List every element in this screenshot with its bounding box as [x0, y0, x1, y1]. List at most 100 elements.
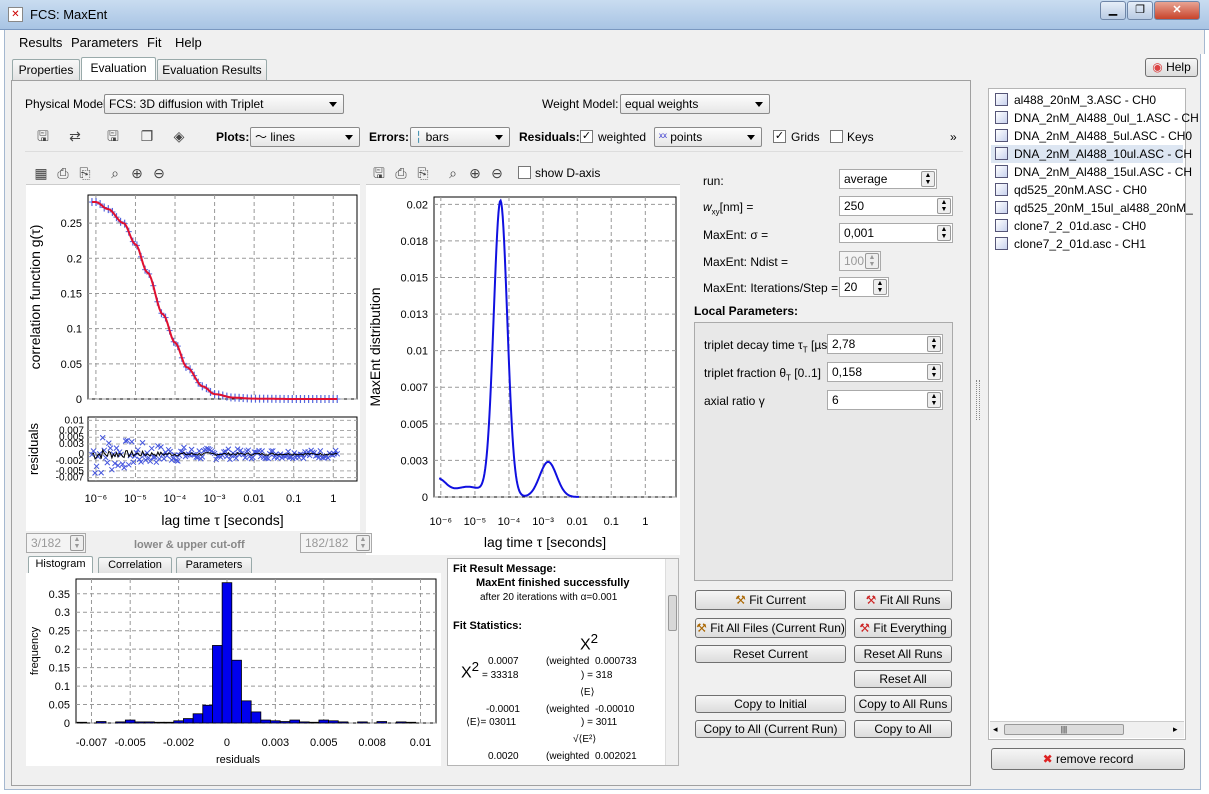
zoom-all-icon[interactable]: ⌕ — [104, 162, 126, 184]
plots-select[interactable]: 〜 lines — [250, 127, 360, 147]
scroll-right-icon[interactable]: ▸ — [1173, 724, 1178, 735]
copy-plot-icon[interactable]: ⎘ — [74, 162, 96, 184]
weight-model-select[interactable]: equal weights — [620, 94, 770, 114]
reset-current-button[interactable]: Reset Current — [695, 645, 846, 663]
tab-correlation[interactable]: Correlation — [98, 557, 172, 573]
errors-select[interactable]: ╎ bars — [410, 127, 510, 147]
zoom-out-icon[interactable]: ⊖ — [486, 162, 508, 184]
maxent-plot[interactable]: 0 0.003 0.005 0.007 0.01 0.013 0.015 0.018 0.02 1… — [366, 185, 680, 555]
scrollbar-thumb[interactable] — [668, 595, 677, 631]
tab-evaluation-results[interactable]: Evaluation Results — [157, 59, 267, 81]
toolbar-overflow-button[interactable]: » — [950, 130, 957, 144]
residuals-style-select[interactable]: ˣˣ points — [654, 127, 762, 147]
zoom-out-icon[interactable]: ⊖ — [148, 162, 170, 184]
plot-export-icon[interactable]: ◈ — [168, 125, 190, 147]
copy-to-all-runs-button[interactable]: Copy to All Runs — [854, 695, 952, 713]
copy-to-all-current-run-button[interactable]: Copy to All (Current Run) — [695, 720, 846, 738]
file-list-item[interactable]: clone7_2_01d.asc - CH1 — [995, 235, 1146, 253]
file-list-item[interactable]: qd525_20nM_15ul_al488_20nM_ — [995, 199, 1193, 217]
run-spinbox[interactable]: average ▲ ▼ — [839, 169, 937, 189]
copy-plot-icon[interactable]: ⎘ — [412, 162, 434, 184]
x-tick-label: 1 — [642, 516, 648, 528]
plot-save-icon[interactable]: ▦ — [30, 162, 52, 184]
menu-parameters[interactable]: Parameters — [71, 35, 138, 50]
residual-histogram[interactable]: 0 0.05 0.1 0.15 0.2 0.25 0.3 0.35 -0.007 -0.005 -0… — [26, 573, 441, 766]
weighted-label: weighted — [598, 130, 647, 144]
copy-to-initial-button[interactable]: Copy to Initial — [695, 695, 846, 713]
ndist-spinbox[interactable]: 100 ▲ ▼ — [839, 251, 881, 271]
chi2w-label: (weighted — [546, 656, 590, 667]
menu-results[interactable]: Results — [19, 35, 62, 50]
histogram-bar — [95, 721, 107, 724]
reset-all-runs-button[interactable]: Reset All Runs — [854, 645, 952, 663]
maximize-button[interactable]: ❐ — [1127, 1, 1153, 20]
file-list-item[interactable]: DNA_2nM_Al488_0ul_1.ASC - CH — [995, 109, 1199, 127]
file-list-item[interactable]: DNA_2nM_Al488_10ul.ASC - CH — [991, 145, 1192, 163]
y-tick-label: 0.15 — [49, 663, 70, 675]
histogram-bar — [337, 721, 349, 724]
fit-all-runs-button[interactable]: ⚒ Fit All Runs — [854, 590, 952, 610]
grids-checkbox[interactable]: ✓ — [773, 130, 786, 143]
sigma-spinbox[interactable]: 0,001 ▲ ▼ — [839, 223, 953, 243]
file-name: DNA_2nM_Al488_15ul.ASC - CH — [1014, 165, 1193, 179]
fit-result-scrollbar[interactable] — [665, 559, 678, 765]
zoom-all-icon[interactable]: ⌕ — [442, 162, 464, 184]
menu-help[interactable]: Help — [175, 35, 202, 50]
local-param-spinbox[interactable]: 0,158 ▲ ▼ — [827, 362, 943, 382]
y-tick-label: 0 — [422, 492, 428, 504]
zoom-in-icon[interactable]: ⊕ — [464, 162, 486, 184]
wxy-spinbox[interactable]: 250 ▲ ▼ — [839, 196, 953, 216]
file-list-item[interactable]: DNA_2nM_Al488_15ul.ASC - CH — [995, 163, 1192, 181]
grids-label: Grids — [791, 130, 820, 144]
menu-fit[interactable]: Fit — [147, 35, 161, 50]
save-icon[interactable]: 🖫 — [32, 125, 54, 147]
file-list-item[interactable]: DNA_2nM_Al488_5ul.ASC - CH0 — [995, 127, 1192, 145]
zoom-in-icon[interactable]: ⊕ — [126, 162, 148, 184]
splitter-handle[interactable] — [976, 380, 980, 420]
file-name: al488_20nM_3.ASC - CH0 — [1014, 93, 1157, 107]
remove-record-button[interactable]: ✖ remove record — [991, 748, 1185, 770]
tab-properties[interactable]: Properties — [12, 59, 80, 81]
fit-current-button[interactable]: ⚒ Fit Current — [695, 590, 846, 610]
local-param-spinbox[interactable]: 2,78 ▲ ▼ — [827, 334, 943, 354]
keys-checkbox[interactable] — [830, 130, 843, 143]
minimize-button[interactable]: ▁ — [1100, 1, 1126, 20]
upper-cutoff-spinbox[interactable]: 182/182 ▲ ▼ — [300, 533, 372, 553]
copy-icon[interactable]: ❐ — [136, 125, 158, 147]
file-list-item[interactable]: clone7_2_01d.asc - CH0 — [995, 217, 1146, 235]
y-tick-label: 0.015 — [400, 272, 428, 284]
file-list-hscrollbar[interactable]: ◂ ||| ▸ — [990, 721, 1184, 738]
reset-all-button[interactable]: Reset All — [854, 670, 952, 688]
show-d-axis-label: show D-axis — [535, 166, 601, 180]
correlation-plot[interactable]: 0 0.05 0.1 0.15 0.2 0.25 correlation function … — [26, 185, 360, 531]
file-list-item[interactable]: al488_20nM_3.ASC - CH0 — [995, 91, 1156, 109]
x-tick-label: -0.002 — [163, 737, 194, 749]
print-icon[interactable]: ⎙ — [52, 162, 74, 184]
export-icon[interactable]: ⇄ — [64, 125, 86, 147]
tab-histogram[interactable]: Histogram — [28, 556, 93, 573]
scroll-left-icon[interactable]: ◂ — [993, 724, 998, 735]
plot-save-icon[interactable]: 🖫 — [368, 162, 390, 184]
help-button[interactable]: ◉ Help — [1145, 58, 1198, 77]
scrollbar-thumb[interactable]: ||| — [1004, 724, 1124, 735]
histogram-bar — [192, 713, 204, 724]
tab-parameters[interactable]: Parameters — [176, 557, 252, 573]
tab-evaluation[interactable]: Evaluation — [81, 57, 156, 81]
print-icon[interactable]: ⎙ — [390, 162, 412, 184]
histogram-bar — [173, 720, 184, 724]
copy-to-all-button[interactable]: Copy to All — [854, 720, 952, 738]
file-list[interactable]: al488_20nM_3.ASC - CH0 DNA_2nM_Al488_0ul_… — [988, 88, 1199, 740]
lower-cutoff-spinbox[interactable]: 3/182 ▲ ▼ — [26, 533, 86, 553]
save-data-icon[interactable]: 🖫 — [102, 125, 124, 147]
y-tick-label: 0.02 — [407, 199, 428, 211]
physical-model-select[interactable]: FCS: 3D diffusion with Triplet — [104, 94, 344, 114]
fit-everything-button[interactable]: ⚒ Fit Everything — [854, 618, 952, 638]
fit-all-files-button[interactable]: ⚒ Fit All Files (Current Run) — [695, 618, 846, 638]
close-button[interactable]: ✕ — [1154, 1, 1200, 20]
file-list-item[interactable]: qd525_20nM.ASC - CH0 — [995, 181, 1147, 199]
weighted-checkbox[interactable]: ✓ — [580, 130, 593, 143]
iterations-spinbox[interactable]: 20 ▲ ▼ — [839, 277, 889, 297]
x-tick-label: 0.01 — [566, 516, 587, 528]
local-param-spinbox[interactable]: 6 ▲ ▼ — [827, 390, 943, 410]
show-d-axis-checkbox[interactable] — [518, 166, 531, 179]
